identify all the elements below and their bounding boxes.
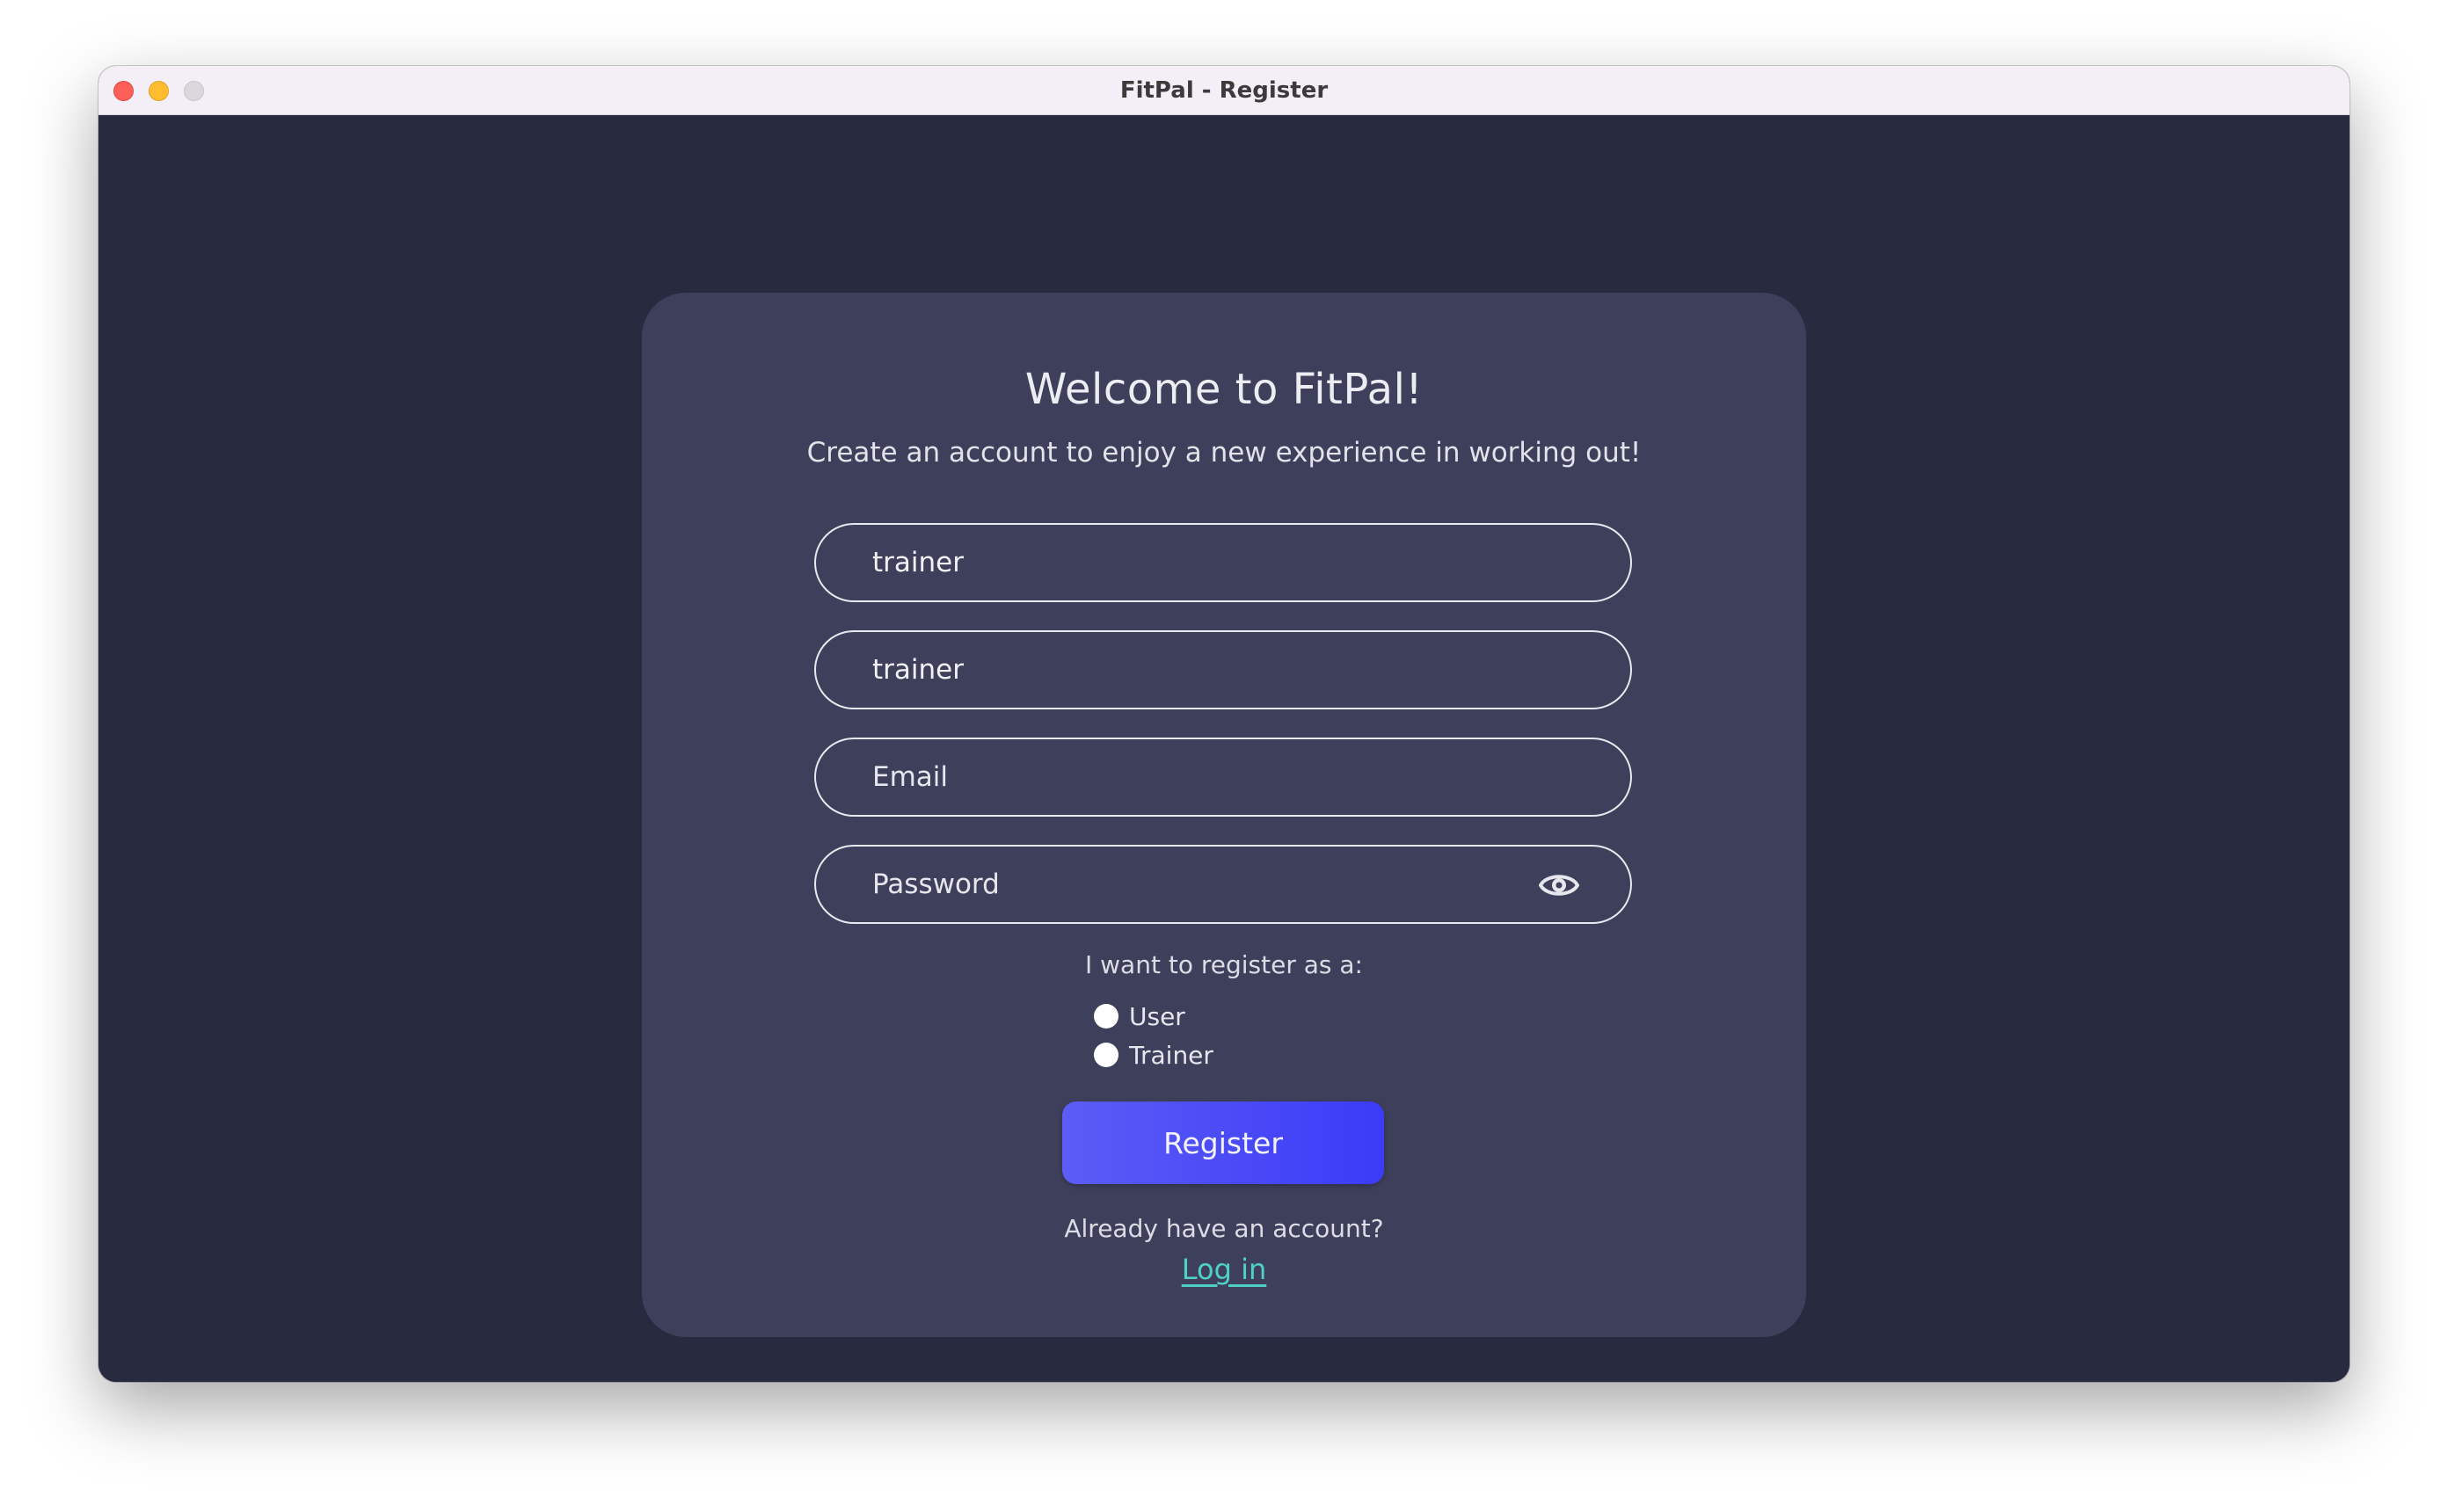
password-input[interactable] xyxy=(872,847,1505,922)
last-name-input[interactable] xyxy=(872,632,1505,708)
register-button[interactable]: Register xyxy=(1062,1101,1384,1184)
page-title: Welcome to FitPal! xyxy=(1024,365,1424,414)
window-title: FitPal - Register xyxy=(1119,77,1329,104)
already-have-account-text: Already have an account? xyxy=(1064,1214,1384,1243)
first-name-input[interactable] xyxy=(872,525,1505,600)
email-field[interactable] xyxy=(814,738,1632,817)
user-radio[interactable] xyxy=(1094,1004,1118,1029)
eye-icon[interactable] xyxy=(1539,869,1579,901)
login-link-row: Log in xyxy=(642,1253,1806,1286)
email-input[interactable] xyxy=(872,739,1505,815)
user-radio-label: User xyxy=(1129,1001,1185,1031)
main-content: Welcome to FitPal! Create an account to … xyxy=(98,115,2350,1382)
page-subtitle: Create an account to enjoy a new experie… xyxy=(806,437,1642,469)
app-window: FitPal - Register Welcome to FitPal! Cre… xyxy=(98,66,2350,1382)
password-field[interactable] xyxy=(814,845,1632,924)
login-link[interactable]: Log in xyxy=(1182,1253,1267,1286)
title-bar: FitPal - Register xyxy=(98,66,2350,115)
trainer-radio[interactable] xyxy=(1094,1043,1118,1067)
role-prompt: I want to register as a: xyxy=(1085,950,1363,979)
first-name-field[interactable] xyxy=(814,523,1632,602)
role-option-trainer[interactable]: Trainer xyxy=(1094,1040,1213,1070)
register-card: Welcome to FitPal! Create an account to … xyxy=(642,293,1806,1337)
trainer-radio-label: Trainer xyxy=(1129,1040,1213,1070)
last-name-field[interactable] xyxy=(814,630,1632,709)
role-option-user[interactable]: User xyxy=(1094,1001,1185,1031)
